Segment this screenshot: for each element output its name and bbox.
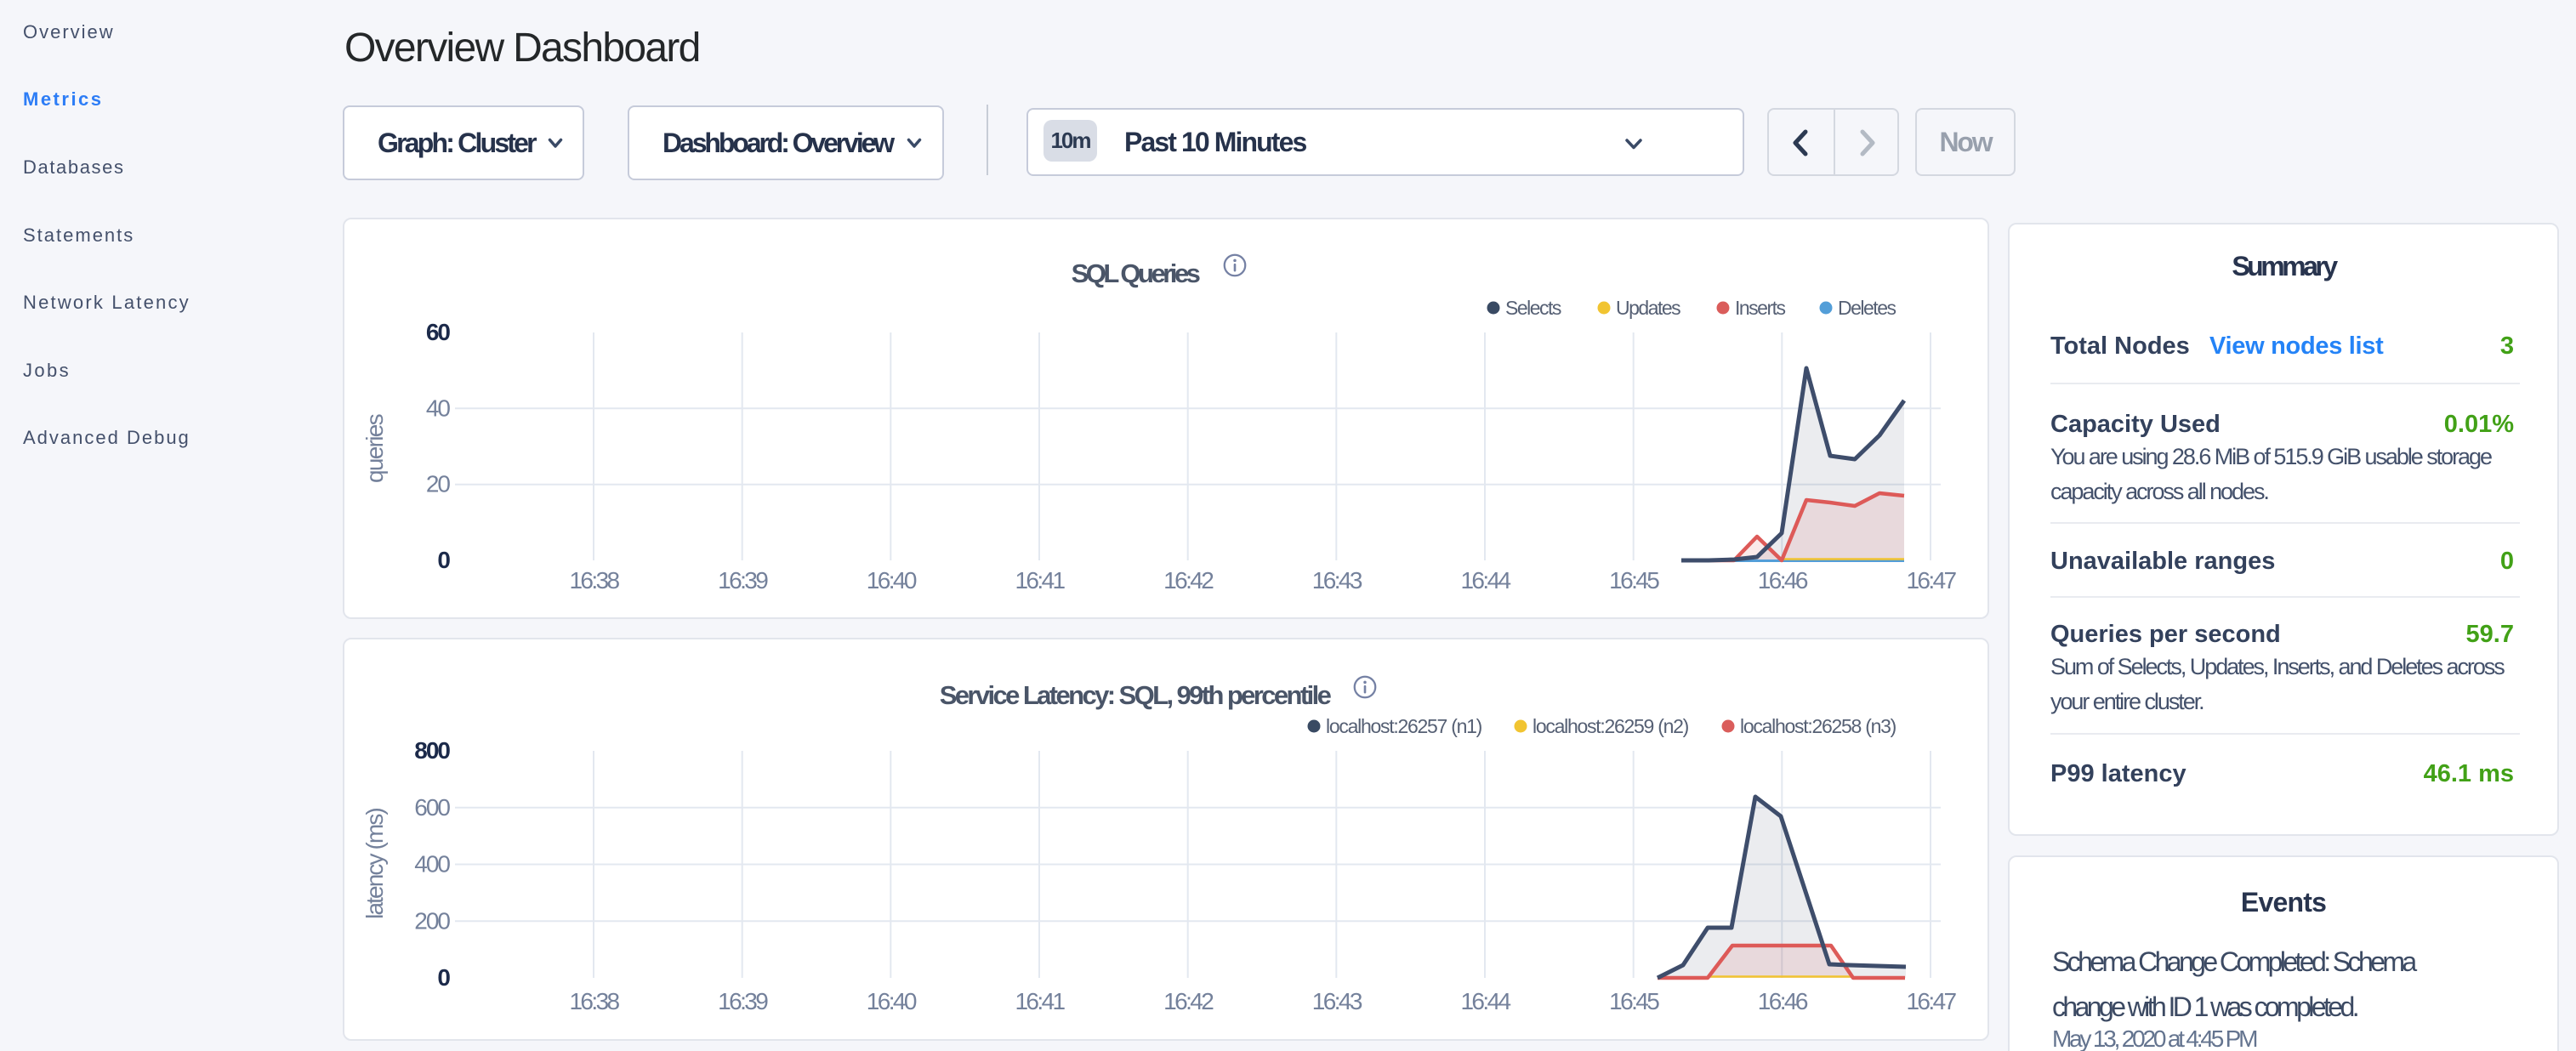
svg-text:localhost:26257 (n1): localhost:26257 (n1) [1326, 715, 1482, 737]
svg-text:queries: queries [361, 414, 388, 483]
svg-text:16:44: 16:44 [1460, 988, 1510, 1014]
svg-text:16:43: 16:43 [1312, 988, 1362, 1014]
svg-text:16:43: 16:43 [1312, 567, 1362, 594]
svg-text:16:46: 16:46 [1758, 988, 1808, 1014]
svg-text:16:46: 16:46 [1758, 567, 1808, 594]
svg-text:16:42: 16:42 [1163, 567, 1214, 594]
svg-text:16:44: 16:44 [1460, 567, 1510, 594]
svg-text:16:40: 16:40 [867, 567, 917, 594]
svg-text:localhost:26258 (n3): localhost:26258 (n3) [1740, 715, 1896, 737]
svg-text:16:47: 16:47 [1906, 567, 1956, 594]
svg-text:400: 400 [414, 851, 450, 878]
svg-text:200: 200 [414, 907, 450, 934]
svg-text:Inserts: Inserts [1735, 297, 1786, 319]
svg-text:16:47: 16:47 [1906, 988, 1956, 1014]
svg-text:20: 20 [426, 471, 451, 497]
svg-text:16:40: 16:40 [867, 988, 917, 1014]
svg-text:0: 0 [437, 964, 450, 991]
svg-text:16:38: 16:38 [569, 567, 619, 594]
svg-text:Updates: Updates [1616, 297, 1680, 319]
svg-text:16:38: 16:38 [569, 988, 619, 1014]
svg-text:Deletes: Deletes [1838, 297, 1896, 319]
svg-text:Selects: Selects [1505, 297, 1561, 319]
svg-text:16:39: 16:39 [718, 567, 768, 594]
svg-text:16:41: 16:41 [1015, 988, 1065, 1014]
svg-text:16:45: 16:45 [1609, 567, 1659, 594]
svg-text:localhost:26259 (n2): localhost:26259 (n2) [1533, 715, 1689, 737]
svg-text:16:41: 16:41 [1015, 567, 1065, 594]
svg-text:0: 0 [437, 547, 450, 573]
svg-text:800: 800 [414, 737, 450, 764]
svg-text:16:45: 16:45 [1609, 988, 1659, 1014]
svg-text:16:39: 16:39 [718, 988, 768, 1014]
svg-text:16:42: 16:42 [1163, 988, 1214, 1014]
svg-text:60: 60 [426, 319, 451, 345]
svg-text:40: 40 [426, 395, 451, 421]
svg-text:latency (ms): latency (ms) [361, 809, 388, 919]
svg-text:600: 600 [414, 794, 450, 821]
